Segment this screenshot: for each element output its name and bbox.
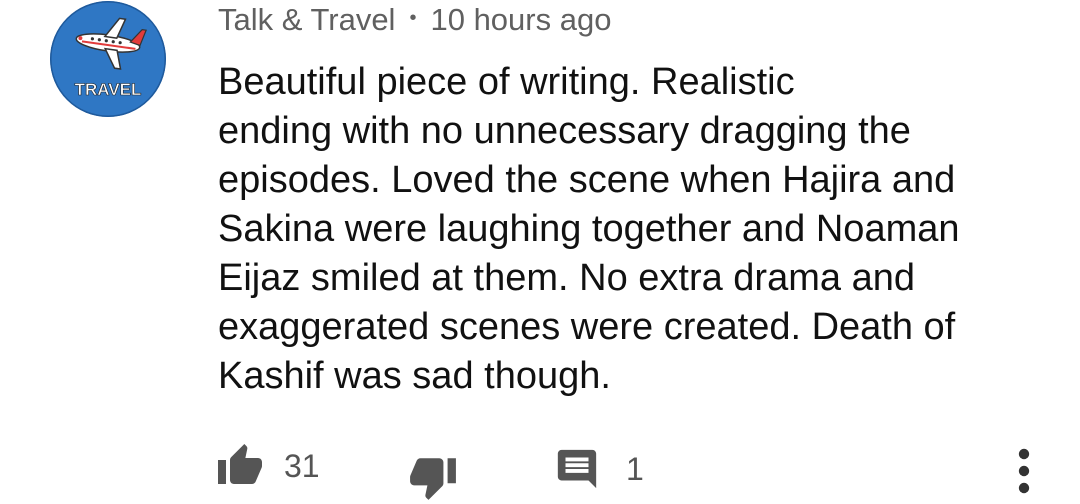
- avatar[interactable]: TRAVEL: [50, 1, 166, 117]
- comment-line: exaggerated scenes were created. Death o…: [218, 306, 956, 348]
- reply-count: 1: [626, 450, 644, 487]
- comment-line: Kashif was sad though.: [218, 355, 611, 397]
- comment-text: Beautiful piece of writing. Realistic en…: [218, 58, 1058, 401]
- separator-dot: •: [409, 6, 417, 29]
- reply-button[interactable]: 1: [554, 446, 644, 492]
- more-options-button[interactable]: [1014, 446, 1034, 496]
- comment-icon: [557, 449, 597, 489]
- like-button[interactable]: 31: [216, 442, 320, 490]
- comment-line: Beautiful piece of writing. Realistic: [218, 61, 795, 103]
- comment-line: Eijaz smiled at them. No extra drama and: [218, 257, 915, 299]
- more-vert-icon: [1018, 448, 1030, 494]
- comment-line: Sakina were laughing together and Noaman: [218, 208, 960, 250]
- comment-line: ending with no unnecessary dragging the: [218, 110, 911, 152]
- thumbs-down-icon: [410, 458, 456, 500]
- dislike-button[interactable]: [408, 452, 458, 502]
- comment-actions: 31 1: [0, 438, 1080, 500]
- comment-line: episodes. Loved the scene when Hajira an…: [218, 159, 956, 201]
- thumbs-up-icon: [218, 444, 262, 484]
- like-count: 31: [284, 447, 320, 484]
- avatar-label: TRAVEL: [75, 80, 142, 99]
- comment-header: Talk & Travel • 10 hours ago: [218, 0, 611, 40]
- timestamp[interactable]: 10 hours ago: [430, 2, 611, 38]
- author-name[interactable]: Talk & Travel: [218, 2, 395, 38]
- avatar-text-layer: TRAVEL: [74, 80, 142, 100]
